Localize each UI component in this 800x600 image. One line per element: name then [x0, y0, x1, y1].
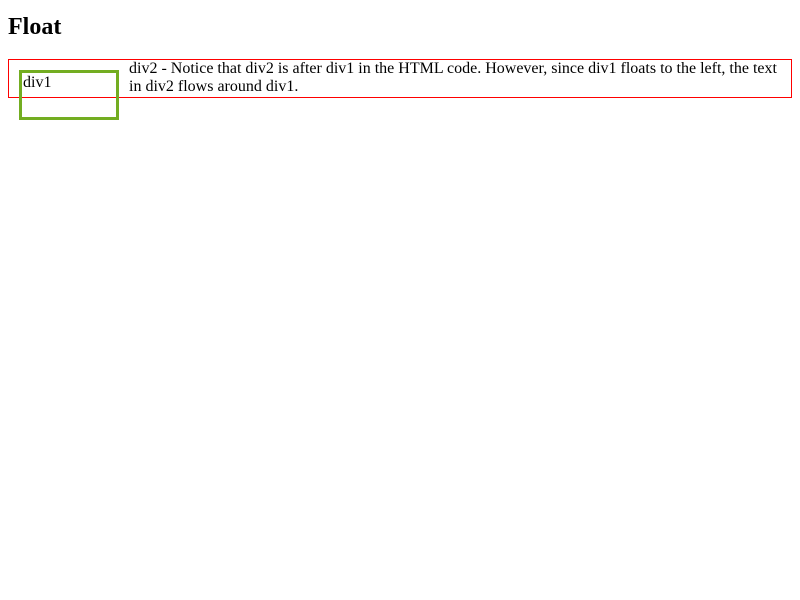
- div2-container: div1 div2 - Notice that div2 is after di…: [8, 59, 792, 98]
- page-title: Float: [8, 14, 792, 41]
- div1-float-box: div1: [19, 70, 119, 120]
- div1-label: div1: [23, 74, 51, 91]
- div2-text: div2 - Notice that div2 is after div1 in…: [129, 60, 777, 95]
